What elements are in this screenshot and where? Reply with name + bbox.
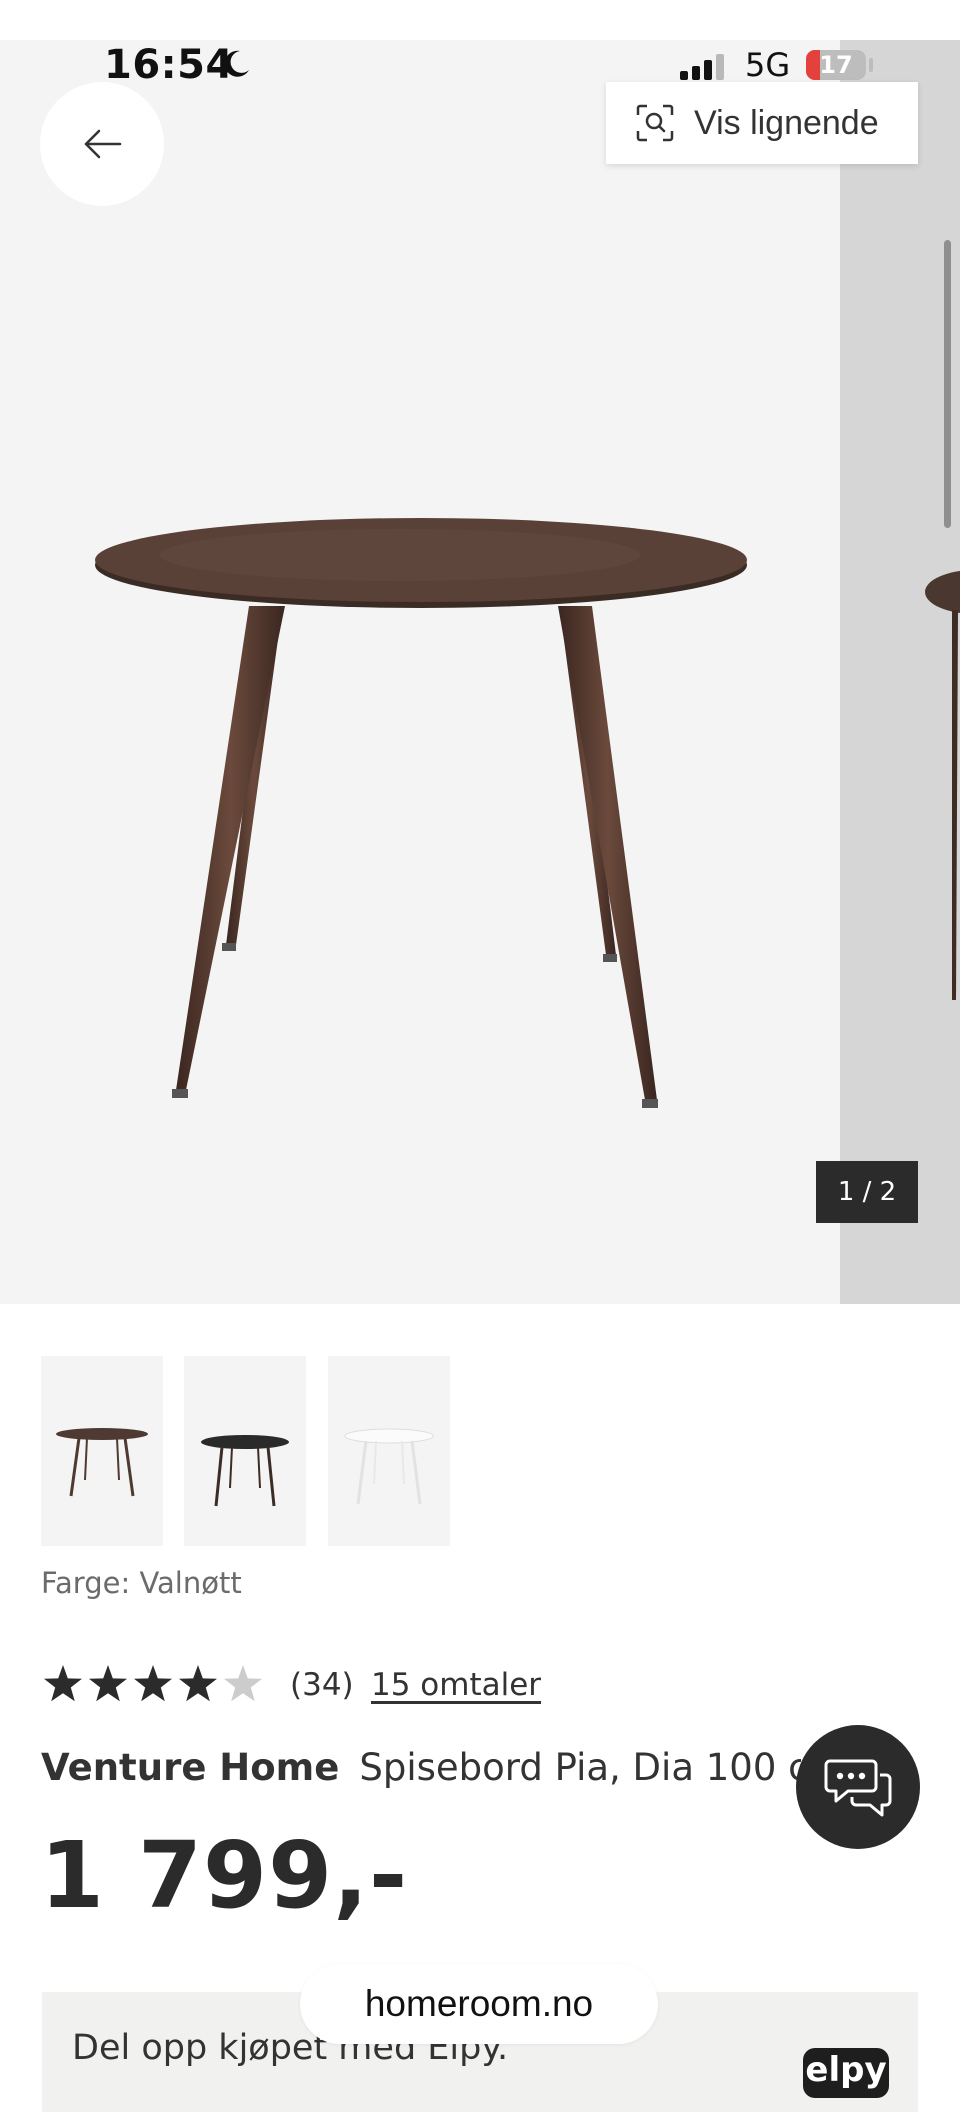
star-rating xyxy=(44,1665,262,1702)
product-price: 1 799,- xyxy=(40,1822,409,1929)
thumbnail-white[interactable] xyxy=(328,1356,450,1546)
show-similar-button[interactable]: Vis lignende xyxy=(606,82,918,164)
product-title: Venture Home Spisebord Pia, Dia 100 cm xyxy=(41,1746,801,1789)
star-filled-icon xyxy=(179,1665,217,1702)
battery-cap xyxy=(869,58,873,72)
star-filled-icon xyxy=(44,1665,82,1702)
show-similar-label: Vis lignende xyxy=(694,103,879,142)
product-main-image xyxy=(95,518,747,1108)
star-filled-icon xyxy=(134,1665,172,1702)
scrollbar-thumb[interactable] xyxy=(944,240,951,528)
elpy-logo: elpy xyxy=(803,2048,889,2098)
thumbnail-white-image xyxy=(344,1428,434,1505)
battery-percentage: 17 xyxy=(819,51,853,79)
reviews-link[interactable]: 15 omtaler xyxy=(371,1667,541,1703)
thumbnail-walnut[interactable] xyxy=(41,1356,163,1546)
battery-icon: 17 xyxy=(806,50,866,80)
browser-address-pill[interactable]: homeroom.no xyxy=(300,1964,658,2044)
star-filled-icon xyxy=(89,1665,127,1702)
visual-search-icon xyxy=(636,104,674,142)
product-name: Spisebord Pia, Dia 100 cm xyxy=(359,1746,801,1789)
signal-bars-icon xyxy=(680,54,724,80)
star-empty-icon xyxy=(224,1665,262,1702)
chat-bubbles-icon xyxy=(824,1759,892,1817)
color-label: Farge: Valnøtt xyxy=(41,1566,242,1600)
back-button[interactable] xyxy=(40,82,164,206)
chat-button[interactable] xyxy=(796,1725,920,1849)
arrow-left-icon xyxy=(84,129,122,159)
image-counter: 1 / 2 xyxy=(816,1161,918,1223)
thumbnail-black[interactable] xyxy=(184,1356,306,1546)
rating-count: (34) xyxy=(290,1667,354,1703)
next-image-preview xyxy=(925,571,960,1000)
brand-name[interactable]: Venture Home xyxy=(41,1746,339,1789)
thumbnail-walnut-image xyxy=(56,1428,148,1497)
network-type: 5G xyxy=(745,46,791,84)
thumbnail-black-image xyxy=(201,1435,289,1507)
moon-icon xyxy=(224,50,249,77)
next-image-peek[interactable] xyxy=(840,40,960,1304)
product-image-gallery[interactable] xyxy=(0,40,960,1304)
